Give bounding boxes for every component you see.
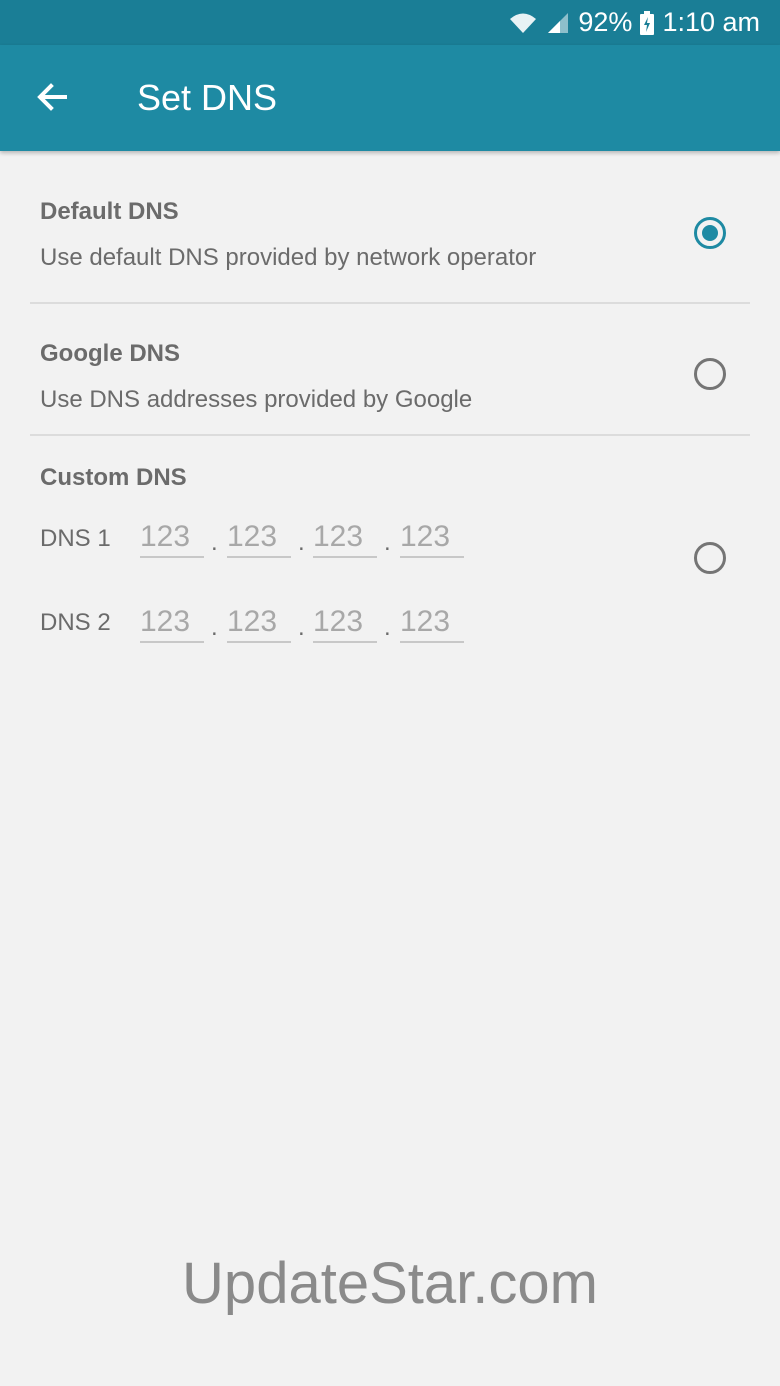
google-dns-option[interactable]: Google DNS Use DNS addresses provided by… [0, 304, 780, 436]
dns1-label: DNS 1 [40, 525, 111, 552]
octet-separator: . [211, 529, 218, 556]
google-dns-description: Use DNS addresses provided by Google [40, 386, 473, 413]
custom-dns-radio[interactable] [694, 542, 726, 574]
octet-separator: . [384, 529, 391, 556]
wifi-icon [508, 11, 538, 35]
default-dns-radio[interactable] [694, 217, 726, 249]
dns1-octet-3-input[interactable] [313, 518, 377, 558]
octet-separator: . [384, 614, 391, 641]
watermark: UpdateStar.com [182, 1251, 598, 1316]
dns2-octet-3-input[interactable] [313, 603, 377, 643]
clock: 1:10 am [662, 7, 760, 37]
status-bar: 92% 1:10 am [0, 0, 780, 45]
dns2-octet-1-input[interactable] [140, 603, 204, 643]
dns2-label: DNS 2 [40, 609, 111, 636]
octet-separator: . [211, 614, 218, 641]
battery-percent: 92% [578, 7, 633, 37]
dns1-octet-1-input[interactable] [140, 518, 204, 558]
app-bar: Set DNS [0, 45, 780, 151]
back-button[interactable] [24, 71, 80, 127]
default-dns-description: Use default DNS provided by network oper… [40, 244, 537, 271]
google-dns-title: Google DNS [40, 340, 181, 367]
arrow-left-icon [35, 80, 69, 119]
radio-selected-dot [702, 225, 718, 241]
page-title: Set DNS [137, 77, 278, 118]
dns1-octet-4-input[interactable] [400, 518, 464, 558]
dns1-octet-2-input[interactable] [227, 518, 291, 558]
dns2-octet-4-input[interactable] [400, 603, 464, 643]
battery-charging-icon [640, 10, 655, 35]
octet-separator: . [298, 529, 305, 556]
octet-separator: . [298, 614, 305, 641]
default-dns-option[interactable]: Default DNS Use default DNS provided by … [0, 152, 780, 304]
custom-dns-option[interactable]: Custom DNS DNS 1 . . . DNS 2 . . . [0, 436, 780, 666]
google-dns-radio[interactable] [694, 358, 726, 390]
signal-icon [546, 11, 570, 35]
custom-dns-title: Custom DNS [40, 464, 187, 491]
dns2-octet-2-input[interactable] [227, 603, 291, 643]
default-dns-title: Default DNS [40, 198, 179, 225]
